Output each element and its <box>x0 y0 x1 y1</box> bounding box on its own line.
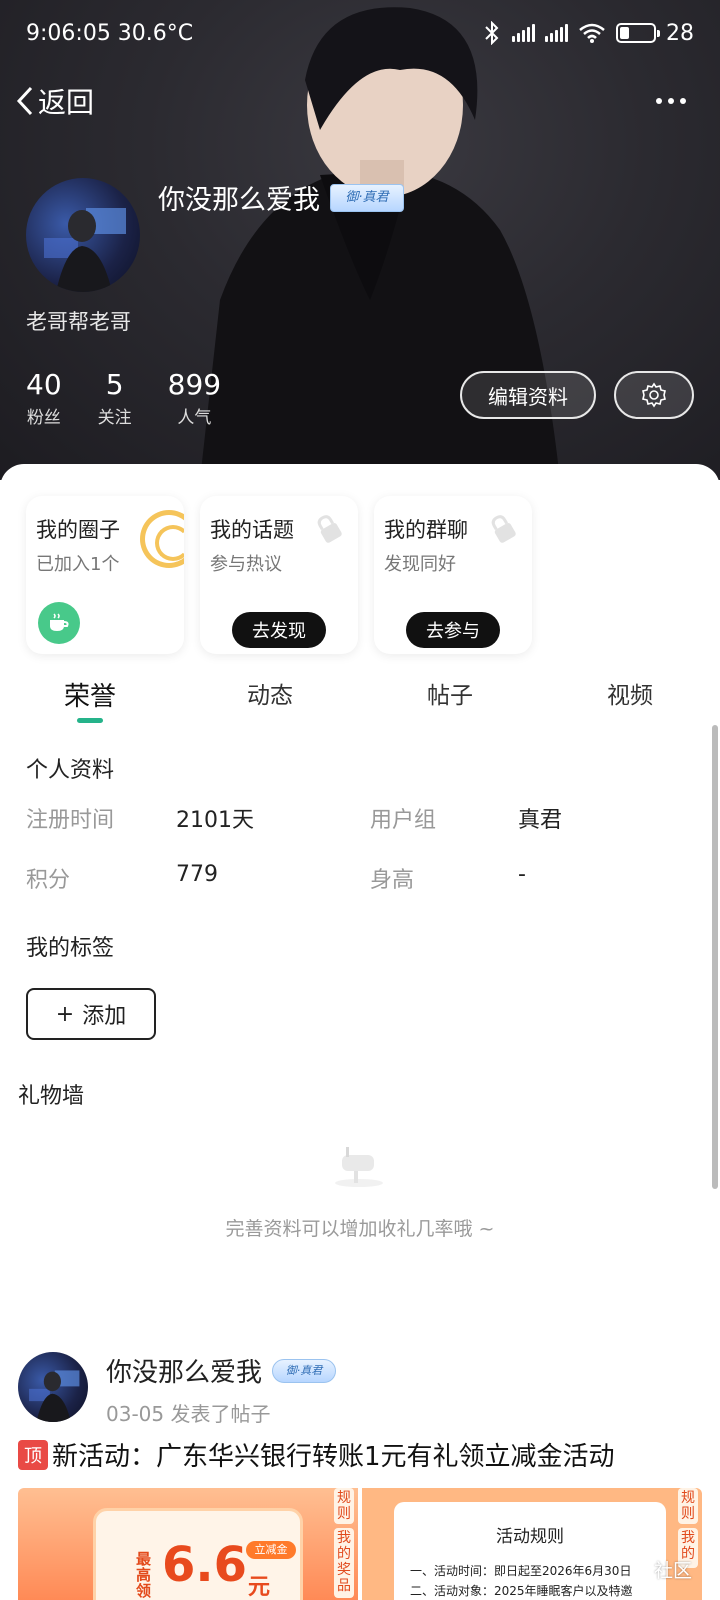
active-tab-indicator <box>77 718 103 723</box>
promo-side-tab-rules: 规则 <box>334 1488 354 1524</box>
more-dot-icon <box>668 98 674 104</box>
post-author-badge: 御·真君 <box>272 1358 337 1383</box>
promo-amount: 6.6 <box>162 1537 248 1593</box>
rules-side-tab-rules: 规则 <box>678 1488 698 1524</box>
rules-line: 一、活动时间：即日起至2026年6月30日 <box>410 1564 632 1578</box>
more-dot-icon <box>680 98 686 104</box>
gift-wall-empty-text: 完善资料可以增加收礼几率哦 ~ <box>225 1218 495 1240</box>
settings-button[interactable] <box>614 371 694 419</box>
edit-profile-button[interactable]: 编辑资料 <box>460 371 596 419</box>
signal-icon-2 <box>545 24 568 42</box>
add-tag-button[interactable]: + 添加 <box>26 988 156 1040</box>
promo-prefix: 最高领 <box>136 1550 152 1600</box>
field-label-user-group: 用户组 <box>370 808 437 833</box>
rules-title: 活动规则 <box>496 1527 564 1547</box>
post-author-avatar[interactable] <box>18 1352 88 1422</box>
tile-my-circles[interactable]: 我的圈子 已加入1个 <box>26 496 184 654</box>
signal-icon <box>512 24 535 42</box>
stat-label: 粉丝 <box>26 408 61 428</box>
tab-videos[interactable]: 视频 <box>607 676 653 710</box>
profile-signature: 老哥帮老哥 <box>26 310 131 334</box>
post-image-promo[interactable]: 最高领 6.6 立减金 元 规则 我的奖品 <box>18 1488 358 1600</box>
battery-icon <box>616 23 660 43</box>
avatar[interactable] <box>26 178 140 292</box>
profile-username: 你没那么爱我 御·真君 <box>158 178 404 217</box>
community-label[interactable]: 社区 <box>654 1556 692 1583</box>
promo-unit: 元 <box>248 1575 271 1600</box>
chevron-left-icon <box>16 86 33 116</box>
more-dot-icon <box>656 98 662 104</box>
lock-icon <box>491 515 516 543</box>
promo-chip: 立减金 <box>246 1541 296 1559</box>
rules-card: 活动规则 一、活动时间：即日起至2026年6月30日 二、活动对象：2025年睡… <box>394 1502 666 1600</box>
add-tag-label: 添加 <box>82 1004 127 1029</box>
battery-level: 28 <box>666 20 694 46</box>
my-tags-title: 我的标签 <box>26 936 115 961</box>
post-author-name: 你没那么爱我 <box>106 1358 263 1388</box>
avatar-image <box>29 1370 80 1422</box>
field-label-register-time: 注册时间 <box>26 808 115 833</box>
lock-icon <box>317 515 342 543</box>
username-text: 你没那么爱我 <box>158 185 320 216</box>
promo-card: 最高领 6.6 立减金 元 <box>93 1508 303 1600</box>
field-value-points: 779 <box>176 862 218 887</box>
tile-subtitle: 发现同好 <box>384 554 456 575</box>
feature-tiles: 我的圈子 已加入1个 我的话题 参与热议 去发现 我的群聊 发现同好 去参与 <box>26 496 532 654</box>
personal-info-title: 个人资料 <box>26 758 115 783</box>
stat-label: 关注 <box>97 408 132 428</box>
join-button[interactable]: 去参与 <box>406 612 500 648</box>
stat-popularity[interactable]: 899 人气 <box>168 368 221 428</box>
profile-stats: 40 粉丝 5 关注 899 人气 <box>26 368 221 428</box>
profile-header-background: 9:06:05 30.6°C 28 返回 你没那么爱我 御·真君 老哥帮老哥 4… <box>0 0 720 480</box>
post-author[interactable]: 你没那么爱我 御·真君 <box>106 1352 337 1389</box>
back-label: 返回 <box>38 86 95 119</box>
wifi-icon <box>579 23 605 43</box>
tile-subtitle: 参与热议 <box>210 554 282 575</box>
profile-screen: 9:06:05 30.6°C 28 返回 你没那么爱我 御·真君 老哥帮老哥 4… <box>0 0 720 1600</box>
user-level-badge[interactable]: 御·真君 <box>330 183 404 212</box>
post-image-rules[interactable]: 活动规则 一、活动时间：即日起至2026年6月30日 二、活动对象：2025年睡… <box>362 1488 702 1600</box>
status-bar: 9:06:05 30.6°C 28 <box>26 16 694 50</box>
more-options-button[interactable] <box>648 90 694 112</box>
field-label-points: 积分 <box>26 868 71 893</box>
top-nav: 返回 <box>14 78 694 124</box>
coffee-cup-icon <box>38 602 80 644</box>
post-title-text: 新活动：广东华兴银行转账1元有礼领立减金活动 <box>52 1442 615 1472</box>
stat-value: 40 <box>26 368 62 401</box>
field-value-user-group: 真君 <box>518 808 563 833</box>
gift-wall-title: 礼物墙 <box>18 1084 85 1109</box>
gear-icon <box>642 382 666 408</box>
stat-following[interactable]: 5 关注 <box>98 368 132 428</box>
field-value-height: - <box>518 862 526 887</box>
avatar-image <box>44 208 126 292</box>
field-label-height: 身高 <box>370 868 415 893</box>
back-button[interactable]: 返回 <box>14 81 94 121</box>
promo-side-tab-prizes: 我的奖品 <box>334 1528 354 1598</box>
plus-icon: + <box>55 1001 75 1027</box>
empty-mailbox-icon <box>335 1147 383 1187</box>
field-value-register-time: 2101天 <box>176 808 254 833</box>
tile-my-group-chats[interactable]: 我的群聊 发现同好 去参与 <box>374 496 532 654</box>
tab-honor[interactable]: 荣誉 <box>64 676 116 713</box>
profile-tabs: 荣誉 动态 帖子 视频 <box>0 668 720 728</box>
tab-posts[interactable]: 帖子 <box>427 676 473 710</box>
status-time-temperature: 9:06:05 30.6°C <box>26 20 194 46</box>
post-title[interactable]: 顶 新活动：广东华兴银行转账1元有礼领立减金活动 <box>18 1436 615 1473</box>
tile-my-topics[interactable]: 我的话题 参与热议 去发现 <box>200 496 358 654</box>
stat-value: 899 <box>167 368 222 401</box>
bluetooth-icon <box>485 21 499 45</box>
pinned-tag: 顶 <box>18 1439 48 1470</box>
post-meta: 03-05 发表了帖子 <box>106 1402 271 1426</box>
tab-activity[interactable]: 动态 <box>247 676 293 710</box>
stat-value: 5 <box>105 368 124 401</box>
stat-label: 人气 <box>177 408 212 428</box>
stat-followers[interactable]: 40 粉丝 <box>26 368 62 428</box>
discover-button[interactable]: 去发现 <box>232 612 326 648</box>
rules-line: 二、活动对象：2025年睡眠客户以及特邀 <box>410 1584 633 1598</box>
scrollbar[interactable] <box>712 725 718 1189</box>
